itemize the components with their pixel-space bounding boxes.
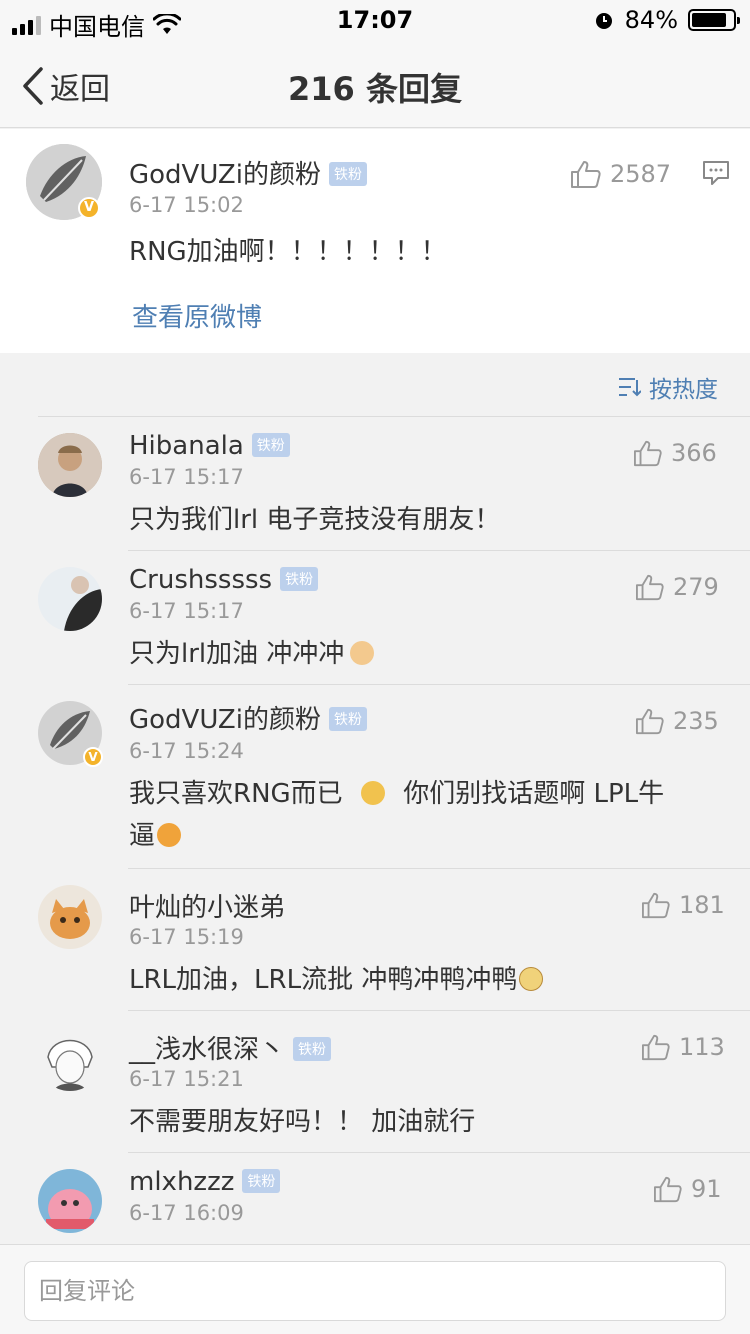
comment-time: 6-17 15:19 — [129, 925, 244, 949]
verified-icon: V — [78, 197, 100, 219]
alarm-icon — [595, 13, 612, 29]
comment-text: 我只喜欢RNG而已 你们别找话题啊 LPL牛 逼 — [129, 773, 719, 857]
sort-icon — [619, 378, 641, 397]
battery-percent: 84% — [624, 6, 678, 34]
fan-badge: 铁粉 — [251, 433, 290, 457]
username[interactable]: Hibanala 铁粉 — [129, 431, 290, 461]
comment-time: 6-17 15:17 — [129, 599, 244, 623]
comment-text: 只为lrl加油 冲冲冲 — [129, 633, 376, 675]
username-text: __浅水很深丶 — [129, 1035, 286, 1065]
status-bar: 中国电信 17:07 84% — [0, 0, 750, 41]
comment-text-content: LRL加油，LRL流批 冲鸭冲鸭冲鸭 — [129, 965, 518, 995]
like-button[interactable]: 181 — [641, 891, 725, 919]
thumb-up-icon — [642, 1034, 670, 1061]
sort-label: 按热度 — [649, 377, 718, 403]
fan-badge: 铁粉 — [328, 707, 367, 731]
avatar[interactable] — [38, 1027, 102, 1091]
comment-text-part: 你们别找话题啊 LPL牛 — [403, 779, 665, 809]
sort-button[interactable]: 按热度 — [617, 370, 718, 404]
like-button[interactable]: 2587 — [570, 159, 671, 189]
avatar[interactable] — [38, 567, 102, 631]
fan-badge: 铁粉 — [280, 567, 319, 591]
like-count: 91 — [691, 1175, 722, 1203]
username[interactable]: Crushsssss 铁粉 — [129, 565, 319, 595]
like-count: 366 — [671, 439, 717, 467]
like-button[interactable]: 113 — [641, 1033, 725, 1061]
avatar[interactable] — [38, 885, 102, 949]
comment-time: 6-17 15:24 — [129, 739, 244, 763]
username-text: mlxhzzz — [129, 1167, 235, 1197]
comment-time: 6-17 15:21 — [129, 1067, 244, 1091]
sweat-emoji-icon — [360, 781, 385, 805]
username[interactable]: mlxhzzz 铁粉 — [129, 1167, 281, 1197]
reply-bar — [0, 1244, 750, 1334]
comment-text-content: 只为lrl加油 冲冲冲 — [129, 639, 345, 669]
thumb-up-icon — [636, 574, 664, 601]
like-count: 113 — [679, 1033, 725, 1061]
fan-badge: 铁粉 — [242, 1169, 281, 1193]
list-item: Crushsssss 铁粉 6-17 15:17 只为lrl加油 冲冲冲 279 — [0, 551, 750, 685]
like-count: 181 — [679, 891, 725, 919]
avatar[interactable] — [38, 433, 102, 497]
status-right: 84% — [593, 6, 740, 34]
thumb-up-icon — [571, 161, 601, 188]
list-item: mlxhzzz 铁粉 6-17 16:09 91 — [0, 1153, 750, 1244]
username[interactable]: GodVUZi的颜粉 铁粉 — [129, 699, 367, 736]
thumb-up-icon — [654, 1176, 682, 1203]
list-item: 叶灿的小迷弟 6-17 15:19 LRL加油，LRL流批 冲鸭冲鸭冲鸭 181 — [0, 869, 750, 1011]
list-item: Hibanala 铁粉 6-17 15:17 只为我们lrl 电子竞技没有朋友！ … — [0, 417, 750, 551]
view-original-link[interactable]: 查看原微博 — [132, 297, 262, 334]
thumb-up-icon — [634, 440, 662, 467]
username-text: Crushsssss — [129, 565, 273, 595]
like-button[interactable]: 235 — [635, 707, 719, 735]
comment-text-part: 逼 — [129, 821, 156, 851]
angry-emoji-icon — [157, 823, 182, 847]
fan-badge: 铁粉 — [293, 1037, 332, 1061]
username-text: Hibanala — [129, 431, 244, 461]
list-item: V GodVUZi的颜粉 铁粉 6-17 15:24 我只喜欢RNG而已 你们别找… — [0, 685, 750, 869]
fist-emoji-icon — [350, 641, 375, 665]
username-text: 叶灿的小迷弟 — [129, 893, 286, 923]
like-button[interactable]: 91 — [653, 1175, 722, 1203]
comment-time: 6-17 16:09 — [129, 1201, 244, 1225]
username-text: GodVUZi的颜粉 — [129, 160, 321, 190]
username[interactable]: 叶灿的小迷弟 — [129, 887, 285, 924]
comment-text: RNG加油啊！！！！！！！ — [129, 237, 447, 267]
comment-text-part: 我只喜欢RNG而已 — [129, 779, 343, 809]
comment-text: 只为我们lrl 电子竞技没有朋友！ — [129, 505, 501, 535]
comment-time: 6-17 15:17 — [129, 465, 244, 489]
comment-text: 不需要朋友好吗！！ 加油就行 — [129, 1107, 476, 1137]
like-button[interactable]: 366 — [633, 439, 717, 467]
like-button[interactable]: 279 — [635, 573, 719, 601]
verified-icon: V — [83, 747, 103, 767]
nav-bar: 返回 216 条回复 — [0, 40, 750, 128]
battery-icon — [688, 9, 740, 31]
avatar[interactable] — [38, 1169, 102, 1233]
page-title: 216 条回复 — [288, 70, 462, 108]
comment-text: LRL加油，LRL流批 冲鸭冲鸭冲鸭 — [129, 959, 545, 1001]
comment-time: 6-17 15:02 — [129, 193, 244, 217]
fan-badge: 铁粉 — [328, 162, 367, 186]
thumb-up-icon — [636, 708, 664, 735]
like-count: 2587 — [610, 160, 672, 188]
thumb-up-icon — [642, 892, 670, 919]
original-comment: V GodVUZi的颜粉 铁粉 6-17 15:02 RNG加油啊！！！！！！！ … — [0, 129, 750, 353]
list-item: __浅水很深丶 铁粉 6-17 15:21 不需要朋友好吗！！ 加油就行 113 — [0, 1011, 750, 1153]
username[interactable]: __浅水很深丶 铁粉 — [129, 1029, 332, 1066]
like-count: 279 — [673, 573, 719, 601]
comment-icon[interactable] — [702, 159, 730, 187]
reply-input[interactable] — [24, 1261, 726, 1321]
username-text: GodVUZi的颜粉 — [129, 705, 321, 735]
doge-emoji-icon — [519, 967, 544, 991]
username[interactable]: GodVUZi的颜粉 铁粉 — [129, 154, 367, 191]
like-count: 235 — [673, 707, 719, 735]
